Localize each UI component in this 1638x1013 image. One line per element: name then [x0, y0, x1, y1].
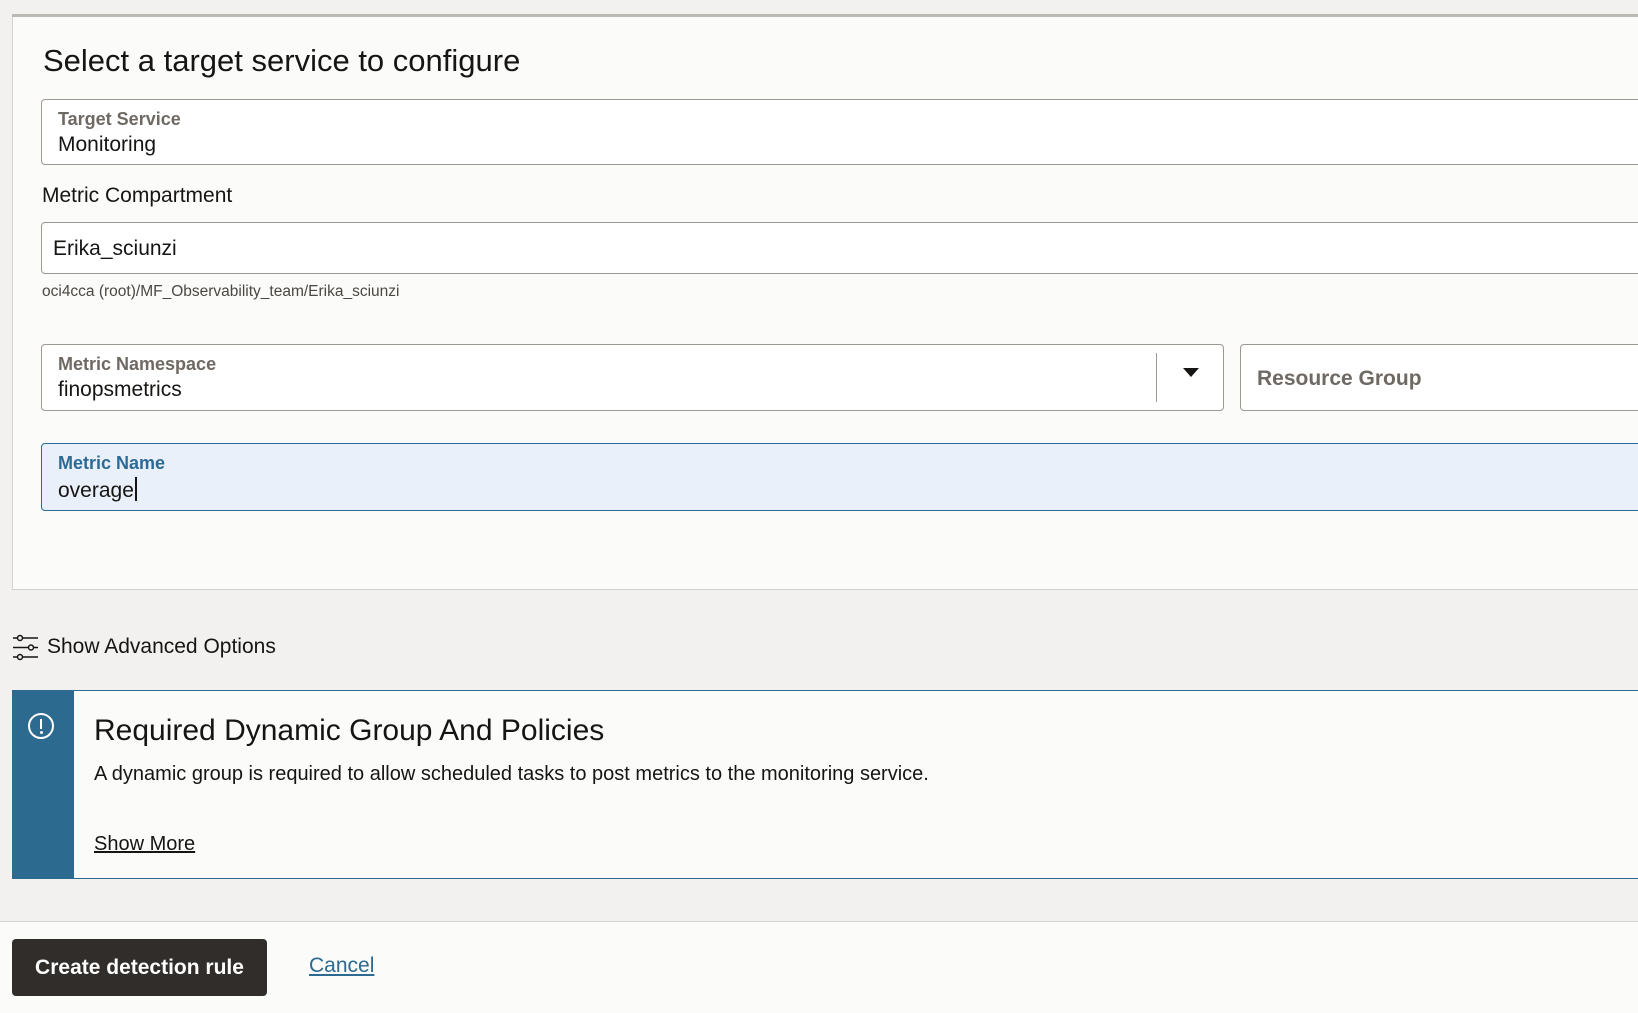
info-banner: Required Dynamic Group And Policies A dy…: [12, 690, 1638, 879]
resource-group-placeholder: Resource Group: [1257, 367, 1422, 390]
dropdown-divider: [1156, 353, 1157, 402]
metric-namespace-label: Metric Namespace: [58, 354, 217, 374]
metric-namespace-select[interactable]: Metric Namespace finopsmetrics: [41, 344, 1224, 411]
create-detection-rule-button[interactable]: Create detection rule: [12, 939, 267, 996]
show-advanced-options-label: Show Advanced Options: [47, 635, 276, 658]
footer-bar: Create detection rule Cancel: [0, 921, 1638, 1013]
metric-name-value: overage: [58, 479, 134, 502]
metric-compartment-field[interactable]: Erika_sciunzi: [41, 222, 1638, 274]
sliders-icon: [13, 634, 38, 660]
metric-name-label: Metric Name: [58, 453, 166, 473]
banner-text: A dynamic group is required to allow sch…: [94, 763, 929, 785]
banner-accent: [13, 691, 74, 878]
metric-name-input[interactable]: overage: [58, 477, 137, 503]
target-service-label: Target Service: [58, 109, 181, 129]
target-service-value: Monitoring: [58, 133, 157, 156]
compartment-path-hint: oci4cca (root)/MF_Observability_team/Eri…: [42, 283, 400, 300]
info-exclamation-icon: [28, 713, 54, 739]
metric-compartment-value: Erika_sciunzi: [53, 237, 177, 260]
text-caret: [134, 477, 137, 501]
chevron-down-icon[interactable]: [1183, 368, 1199, 377]
cancel-link[interactable]: Cancel: [309, 954, 374, 978]
metric-compartment-label: Metric Compartment: [42, 184, 233, 207]
metric-namespace-value: finopsmetrics: [58, 378, 182, 401]
resource-group-field[interactable]: Resource Group: [1240, 344, 1638, 411]
banner-title: Required Dynamic Group And Policies: [94, 714, 605, 747]
target-service-card: Select a target service to configure Tar…: [12, 17, 1638, 590]
show-more-link[interactable]: Show More: [94, 833, 195, 856]
target-service-field[interactable]: Target Service Monitoring: [41, 99, 1638, 165]
show-advanced-options[interactable]: Show Advanced Options: [12, 632, 276, 662]
metric-name-field[interactable]: Metric Name overage: [41, 443, 1638, 511]
section-title: Select a target service to configure: [43, 43, 521, 78]
